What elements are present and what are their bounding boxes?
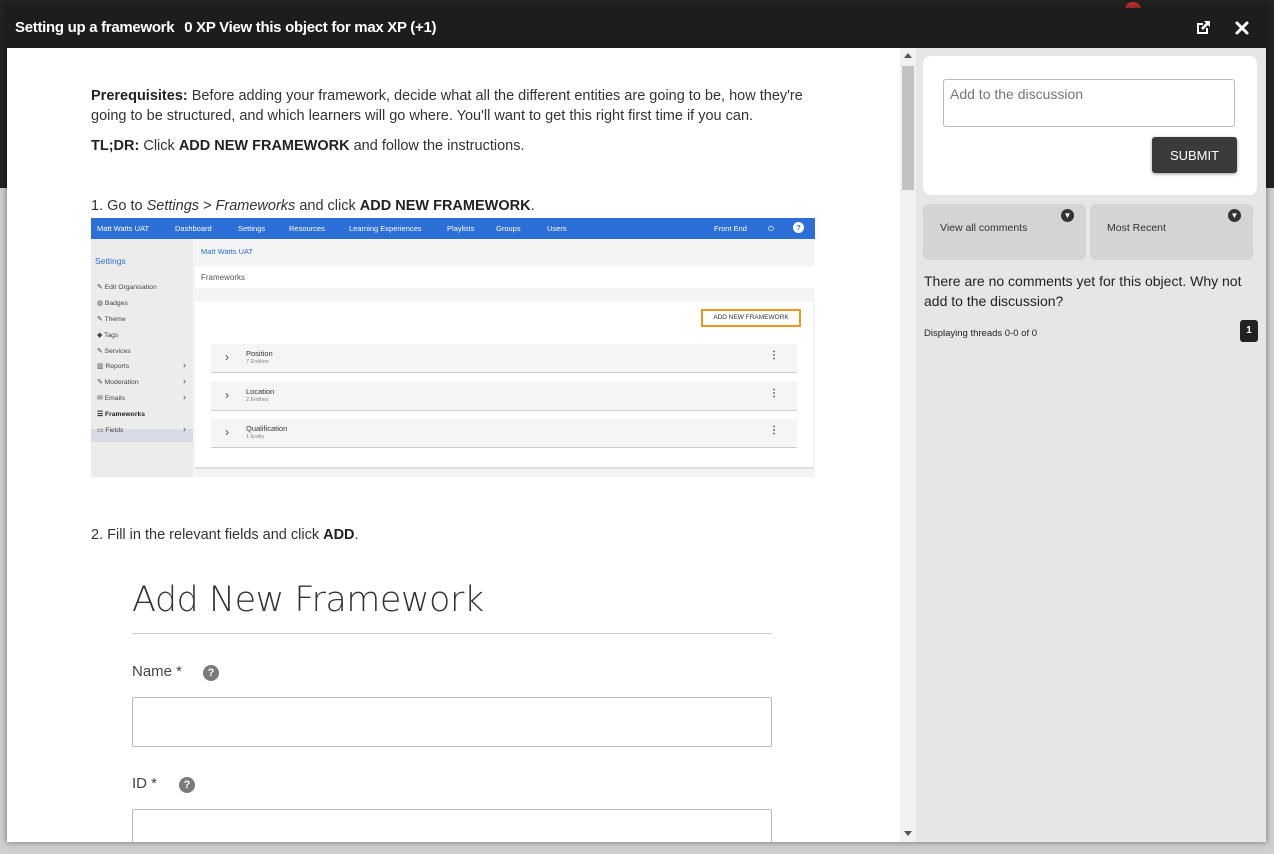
frameworks-title: Frameworks: [201, 273, 246, 282]
tldr-text-end: and follow the instructions.: [349, 138, 525, 154]
sidebar-item: ✎ Edit Organisation: [97, 284, 157, 291]
frameworks-card: ADD NEW FRAMEWORK › Position 7 Entities …: [195, 302, 813, 469]
discussion-compose: SUBMIT: [923, 56, 1257, 195]
framework-row: › Location 2 Entities ⋮: [211, 382, 797, 411]
sidebar-item: ◍ Badges: [97, 300, 128, 307]
frameworks-screenshot: Matt Watts UAT Dashboard Settings Resour…: [91, 218, 815, 477]
thread-count: Displaying threads 0-0 of 0: [924, 328, 1038, 339]
tldr-text: Click: [139, 138, 179, 154]
sidebar-title: Settings: [95, 256, 126, 266]
id-field-image: [132, 809, 772, 842]
sidebar-item-active: ☰ Frameworks: [97, 411, 146, 418]
prerequisites-text-1: Before adding your framework, decide wha…: [187, 88, 803, 104]
scroll-down-arrow[interactable]: [904, 831, 912, 836]
submit-button[interactable]: SUBMIT: [1152, 137, 1237, 173]
no-comments-message: There are no comments yet for this objec…: [924, 273, 1242, 309]
step-1: 1. Go to Settings > Frameworks and click…: [91, 196, 535, 216]
more-options-icon: ⋮: [769, 388, 779, 399]
page-number-button[interactable]: 1: [1240, 320, 1258, 342]
nav-item: Learning Experiences: [349, 224, 422, 233]
name-field-label: Name *: [132, 663, 183, 680]
chevron-right-icon: ›: [225, 425, 229, 439]
help-icon: ?: [203, 665, 219, 681]
nav-item: Playlists: [447, 224, 475, 233]
step2-text: 2. Fill in the relevant fields and click: [91, 527, 324, 543]
comments-filter-label: View all comments: [940, 222, 1028, 234]
nav-item: Front End: [714, 224, 747, 233]
content-scrollbar[interactable]: [900, 48, 916, 842]
step1-bold: ADD NEW FRAMEWORK: [359, 198, 531, 214]
form-divider: [132, 633, 772, 634]
framework-row: › Position 7 Entities ⋮: [211, 344, 797, 373]
sidebar-item: ◆ Tags: [97, 332, 119, 339]
scroll-thumb[interactable]: [902, 66, 914, 190]
nav-item: Matt Watts UAT: [97, 224, 150, 233]
step2-end: .: [354, 527, 359, 543]
screenshot-main: Matt Watts UAT Frameworks ADD NEW FRAMEW…: [195, 239, 815, 477]
screenshot-sidebar: Settings ✎ Edit Organisation ◍ Badges ✎ …: [91, 239, 193, 477]
sort-order-label: Most Recent: [1107, 222, 1166, 234]
chevron-right-icon: ›: [183, 424, 186, 434]
external-link-icon[interactable]: [1194, 19, 1212, 37]
prerequisites-label: Prerequisites:: [91, 88, 188, 104]
chevron-down-icon: ▼: [1061, 209, 1074, 222]
tldr-paragraph: TL;DR: Click ADD NEW FRAMEWORK and follo…: [91, 136, 524, 156]
prerequisites-paragraph: Prerequisites: Before adding your framew…: [91, 86, 803, 126]
id-field-label: ID *: [132, 775, 158, 792]
help-icon: ?: [179, 777, 195, 793]
chevron-right-icon: ›: [183, 392, 186, 402]
more-options-icon: ⋮: [769, 350, 779, 361]
chevron-right-icon: ›: [225, 350, 229, 364]
sidebar-item: ✎ Moderation: [97, 379, 139, 386]
frameworks-header: Frameworks: [195, 266, 815, 288]
name-field-image: [132, 697, 772, 747]
chevron-right-icon: ›: [183, 360, 186, 370]
modal-titlebar: Setting up a framework 0 XP View this obj…: [7, 8, 1266, 48]
scroll-up-arrow[interactable]: [904, 53, 912, 58]
tldr-bold: ADD NEW FRAMEWORK: [178, 138, 350, 154]
close-icon[interactable]: [1233, 19, 1251, 37]
power-icon: ⏻: [768, 224, 774, 233]
sidebar-item: ✉ Emails: [97, 395, 125, 402]
comments-filter-dropdown[interactable]: View all comments ▼: [923, 204, 1086, 260]
modal-title: Setting up a framework 0 XP View this obj…: [15, 19, 436, 36]
step1-text: 1. Go to: [91, 198, 147, 214]
help-icon: ?: [793, 222, 804, 233]
sort-order-dropdown[interactable]: Most Recent ▼: [1090, 204, 1253, 260]
step1-mid: and click: [295, 198, 360, 214]
sidebar-item: ▭ Fields: [97, 427, 124, 434]
chevron-down-icon: ▼: [1228, 209, 1241, 222]
nav-item: Groups: [496, 224, 521, 233]
prerequisites-text-2: going to be structured, and which learne…: [91, 108, 754, 124]
nav-item: Dashboard: [175, 224, 212, 233]
sidebar-item: ✎ Theme: [97, 316, 126, 323]
tldr-label: TL;DR:: [91, 138, 140, 154]
more-options-icon: ⋮: [769, 425, 779, 436]
sidebar-item: ▥ Reports: [97, 363, 130, 370]
step1-end: .: [530, 198, 535, 214]
add-new-framework-highlight: ADD NEW FRAMEWORK: [701, 309, 801, 327]
discussion-panel: SUBMIT View all comments ▼ Most Recent ▼…: [916, 48, 1266, 842]
framework-row: › Qualification 1 Entity ⋮: [211, 419, 797, 448]
article-content: Prerequisites: Before adding your framew…: [7, 48, 900, 842]
nav-item: Users: [547, 224, 567, 233]
content-modal: Setting up a framework 0 XP View this obj…: [7, 8, 1266, 842]
xp-status: 0 XP View this object for max XP (+1): [184, 19, 437, 36]
discussion-input[interactable]: [943, 79, 1235, 127]
step2-bold: ADD: [323, 527, 355, 543]
screenshot-navbar: Matt Watts UAT Dashboard Settings Resour…: [91, 218, 815, 239]
nav-item: Resources: [289, 224, 325, 233]
add-framework-form-title: Add New Framework: [132, 580, 484, 620]
step1-path: Settings > Frameworks: [146, 198, 296, 214]
nav-item: Settings: [238, 224, 266, 233]
breadcrumb: Matt Watts UAT: [201, 247, 254, 256]
chevron-right-icon: ›: [225, 388, 229, 402]
chevron-right-icon: ›: [183, 376, 186, 386]
modal-title-text: Setting up a framework: [15, 19, 175, 36]
step-2: 2. Fill in the relevant fields and click…: [91, 525, 359, 545]
sidebar-item: ✎ Services: [97, 348, 131, 355]
